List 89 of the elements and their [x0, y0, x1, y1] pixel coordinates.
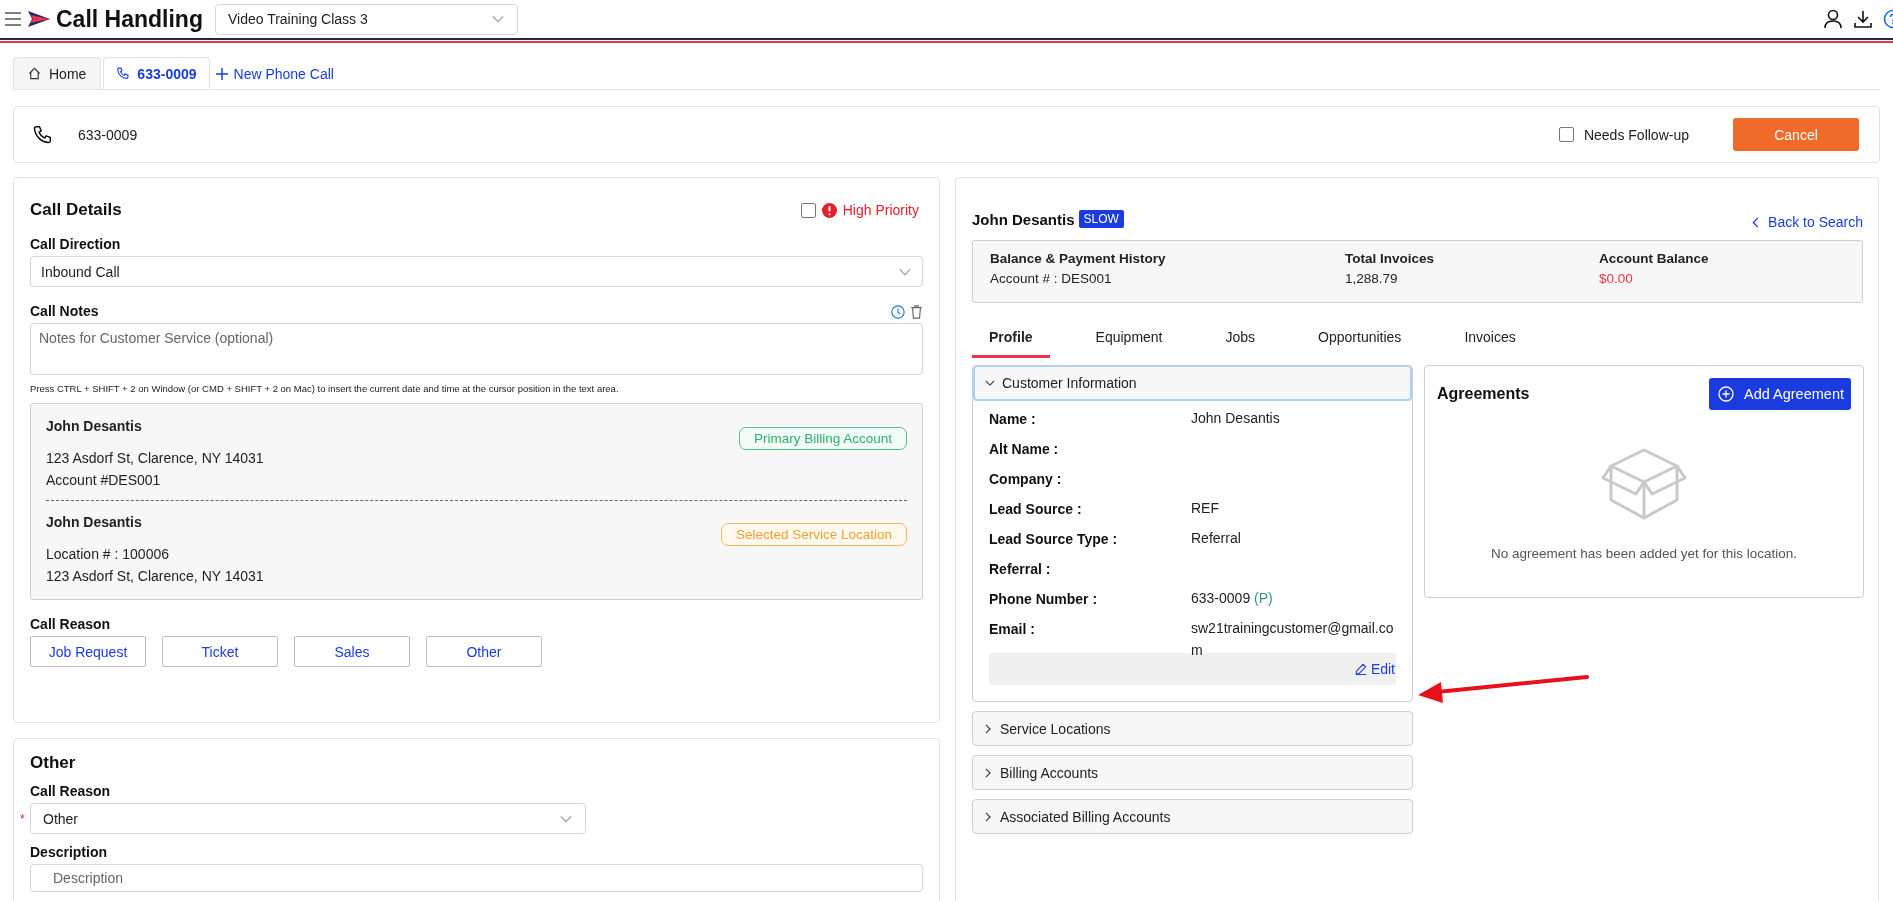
trash-icon[interactable]: [910, 305, 923, 319]
summary-value: Account # : DES001: [990, 271, 1113, 286]
class-select[interactable]: Video Training Class 3: [214, 3, 518, 35]
summary-label: Total Invoices: [1345, 251, 1436, 266]
accordion-header[interactable]: Associated Billing Accounts: [972, 799, 1413, 834]
chevron-right-icon: [983, 723, 993, 734]
new-phone-call-link[interactable]: New Phone Call: [211, 58, 338, 89]
checkbox-label: Needs Follow-up: [1583, 126, 1689, 143]
checkbox[interactable]: [1558, 127, 1574, 142]
user-icon[interactable]: [1823, 9, 1843, 29]
phone-icon: [116, 67, 130, 80]
menu-icon[interactable]: [4, 11, 22, 27]
call-reason-button[interactable]: Ticket: [162, 636, 278, 667]
profile-tab[interactable]: Opportunities: [1301, 329, 1419, 358]
field-label: Alt Name :: [989, 441, 1060, 459]
add-agreement-button[interactable]: Add Agreement: [1709, 378, 1851, 410]
field-label: Call Notes: [30, 303, 99, 319]
app-title: Call Handling: [56, 5, 203, 33]
summary-label: Balance & Payment History: [990, 251, 1167, 266]
field-label: Lead Source :: [989, 501, 1083, 519]
call-reason-button[interactable]: Other: [426, 636, 542, 667]
field-label: Company :: [989, 471, 1063, 489]
address-text: Location # : 100006: [46, 545, 170, 564]
plus-icon: [215, 67, 228, 80]
summary-value: $0.00: [1599, 271, 1634, 286]
profile-tab[interactable]: Equipment: [1078, 329, 1180, 358]
agreements-title: Agreements: [1437, 385, 1530, 403]
profile-tab[interactable]: Profile: [972, 329, 1050, 358]
tab[interactable]: 633-0009: [103, 57, 210, 89]
address-text: Account #DES001: [46, 471, 162, 490]
chevron-right-icon: [983, 811, 993, 822]
phone-number: 633-0009: [78, 126, 138, 143]
field-value: REF: [1191, 500, 1219, 516]
logo-icon: [28, 11, 50, 27]
accordion-header[interactable]: Service Locations: [972, 711, 1413, 746]
summary-label: Account Balance: [1599, 251, 1710, 266]
account-name: John Desantis: [46, 514, 143, 530]
field-label: Call Direction: [30, 236, 122, 252]
pencil-icon: [1354, 663, 1367, 675]
field-label: Email :: [989, 621, 1036, 639]
primary-tag: (P): [1254, 590, 1273, 606]
field-value: 633-0009: [1191, 590, 1251, 606]
status-badge: SLOW: [1078, 210, 1124, 228]
profile-tab[interactable]: Jobs: [1208, 329, 1273, 358]
required-marker: *: [20, 811, 26, 826]
field-label: Referral :: [989, 561, 1052, 579]
edit-link[interactable]: Edit: [1354, 661, 1395, 677]
address-text: 123 Asdorf St, Clarence, NY 14031: [46, 449, 264, 468]
description-field[interactable]: Description: [30, 864, 923, 892]
field-label: Description: [30, 844, 108, 860]
field-label: Phone Number :: [989, 591, 1099, 609]
alert-icon: [821, 202, 837, 218]
home-icon: [28, 67, 41, 80]
field-value: Referral: [1191, 530, 1241, 546]
field-label: Name :: [989, 411, 1037, 429]
field-value: John Desantis: [1191, 410, 1280, 426]
call-reason-button[interactable]: Sales: [294, 636, 410, 667]
chevron-right-icon: [983, 767, 993, 778]
chevron-left-icon: [1752, 216, 1761, 228]
accordion-header[interactable]: Billing Accounts: [972, 755, 1413, 790]
call-direction-select[interactable]: Inbound Call: [30, 256, 923, 287]
summary-value: 1,288.79: [1345, 271, 1399, 286]
field-label: Call Reason: [30, 616, 112, 632]
account-tag: Selected Service Location: [720, 523, 907, 546]
plus-circle-icon: [1718, 386, 1735, 402]
field-label: Call Reason: [30, 783, 112, 799]
account-name: John Desantis: [46, 418, 143, 434]
chevron-down-icon: [985, 378, 995, 388]
section-title: Other: [30, 753, 77, 773]
download-icon[interactable]: [1853, 9, 1873, 29]
field-value: sw21trainingcustomer@gmail.com: [1191, 620, 1394, 658]
account-tag: Primary Billing Account: [738, 427, 907, 450]
checkbox[interactable]: [800, 202, 816, 218]
high-priority-label: High Priority: [842, 202, 919, 218]
section-title: Call Details: [30, 200, 122, 220]
field-label: Lead Source Type :: [989, 531, 1119, 549]
back-to-search-link[interactable]: Back to Search: [1752, 214, 1863, 230]
accordion-header[interactable]: Customer Information: [973, 366, 1412, 401]
tab[interactable]: Home: [13, 57, 102, 89]
customer-name: John Desantis: [972, 210, 1075, 228]
call-reason-button[interactable]: Job Request: [30, 636, 146, 667]
address-text: 123 Asdorf St, Clarence, NY 14031: [46, 567, 264, 586]
call-reason-select[interactable]: Other: [30, 803, 586, 834]
clock-icon[interactable]: [891, 305, 905, 319]
profile-tab[interactable]: Invoices: [1447, 329, 1533, 358]
hint-text: Press CTRL + SHIFT + 2 on Window (or CMD + SHIFT + 2 on Mac) to insert the current date and time at the cursor position in the text area.: [30, 383, 620, 394]
phone-icon: [32, 124, 52, 145]
empty-message: No agreement has been added yet for this location.: [1490, 546, 1798, 561]
call-notes-field[interactable]: Notes for Customer Service (optional): [30, 323, 923, 375]
